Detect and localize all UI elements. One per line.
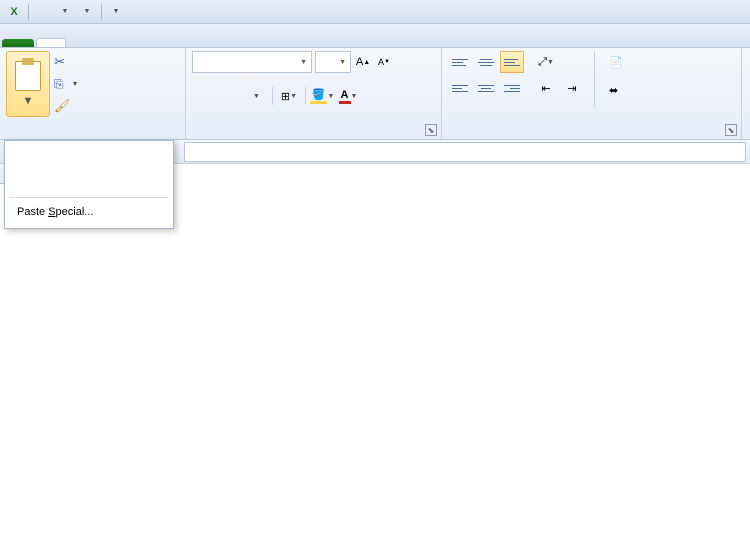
align-right[interactable] xyxy=(500,77,524,99)
tab-home[interactable] xyxy=(36,38,66,47)
paste-button[interactable]: ▼ xyxy=(6,51,50,117)
grow-font-button[interactable]: A▲ xyxy=(354,52,372,72)
group-font: ▼ ▼ A▲ A▼ ▼ ⊞▼ 🪣▼ A▼ ⬊ xyxy=(186,48,442,139)
wrap-icon: 📄 xyxy=(609,56,623,69)
group-alignment: ⤢▼ ⇤ ⇥ 📄 ⬌ ⬊ xyxy=(442,48,742,139)
indent-icon: ⇥ xyxy=(567,82,576,95)
excel-icon[interactable]: X xyxy=(4,2,24,22)
ribbon-tabs xyxy=(0,24,750,48)
align-left[interactable] xyxy=(448,77,472,99)
tab-view[interactable] xyxy=(206,39,234,47)
paste-special-button[interactable]: Paste Special... xyxy=(9,200,169,224)
tab-file[interactable] xyxy=(2,39,34,47)
font-name-combo[interactable]: ▼ xyxy=(192,51,312,73)
align-middle[interactable] xyxy=(474,51,498,73)
alignment-launcher[interactable]: ⬊ xyxy=(725,124,737,136)
increase-indent[interactable]: ⇥ xyxy=(560,77,584,99)
font-color-icon: A xyxy=(339,89,351,104)
format-painter-button[interactable]: 🖌 xyxy=(54,95,79,117)
tab-insert[interactable] xyxy=(66,39,94,47)
align-bottom[interactable] xyxy=(500,51,524,73)
clipboard-icon xyxy=(15,61,41,91)
group-title-alignment xyxy=(448,135,735,137)
quick-access-toolbar: X ▼ ▼ ▼ xyxy=(0,0,750,24)
wrap-text-button[interactable]: 📄 xyxy=(605,51,631,73)
merge-center-button[interactable]: ⬌ xyxy=(605,79,631,101)
group-clipboard: ▼ ✂ ⎘▼ 🖌 xyxy=(0,48,186,139)
tab-data[interactable] xyxy=(150,39,178,47)
ribbon: ▼ ✂ ⎘▼ 🖌 ▼ ▼ A▲ A▼ ▼ ⊞▼ xyxy=(0,48,750,140)
shrink-font-button[interactable]: A▼ xyxy=(375,52,393,72)
redo-button[interactable]: ▼ xyxy=(77,2,97,22)
orientation-button[interactable]: ⤢▼ xyxy=(534,51,558,73)
merge-icon: ⬌ xyxy=(609,84,618,97)
qat-customize[interactable]: ▼ xyxy=(106,2,126,22)
formula-input[interactable] xyxy=(184,142,746,162)
tab-review[interactable] xyxy=(178,39,206,47)
orientation-icon: ⤢ xyxy=(538,56,547,69)
copy-button[interactable]: ⎘▼ xyxy=(54,73,79,95)
underline-button[interactable]: ▼ xyxy=(244,85,268,107)
group-title-font xyxy=(192,135,435,137)
outdent-icon: ⇤ xyxy=(541,82,550,95)
decrease-indent[interactable]: ⇤ xyxy=(534,77,558,99)
tab-page-layout[interactable] xyxy=(94,39,122,47)
font-color-button[interactable]: A▼ xyxy=(336,85,360,107)
copy-icon: ⎘ xyxy=(54,77,64,92)
undo-button[interactable]: ▼ xyxy=(55,2,75,22)
align-buttons xyxy=(448,51,524,101)
paste-dropdown-menu: Paste Special... xyxy=(4,140,174,229)
border-icon: ⊞ xyxy=(281,90,290,103)
bucket-icon: 🪣 xyxy=(310,88,328,104)
brush-icon: 🖌 xyxy=(54,98,71,114)
cut-button[interactable]: ✂ xyxy=(54,51,79,73)
italic-button[interactable] xyxy=(218,85,242,107)
align-top[interactable] xyxy=(448,51,472,73)
save-button[interactable] xyxy=(33,2,53,22)
bold-button[interactable] xyxy=(192,85,216,107)
font-size-combo[interactable]: ▼ xyxy=(315,51,351,73)
font-launcher[interactable]: ⬊ xyxy=(425,124,437,136)
border-button[interactable]: ⊞▼ xyxy=(277,85,301,107)
align-center[interactable] xyxy=(474,77,498,99)
fill-color-button[interactable]: 🪣▼ xyxy=(310,85,334,107)
tab-formulas[interactable] xyxy=(122,39,150,47)
scissors-icon: ✂ xyxy=(54,54,65,70)
